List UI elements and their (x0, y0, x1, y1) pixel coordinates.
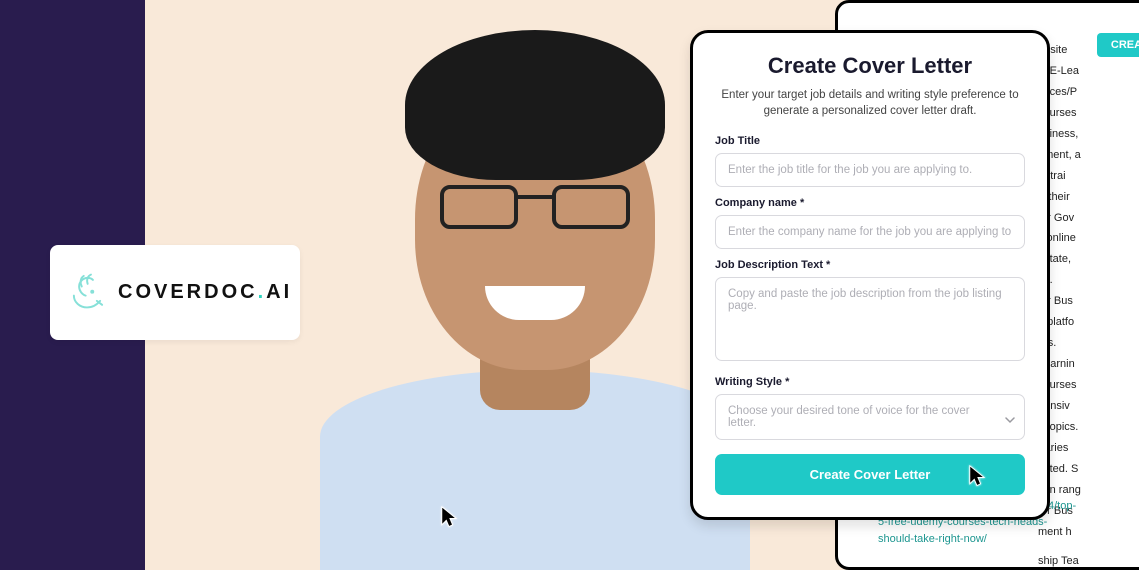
brand-sep: . (258, 281, 267, 303)
research-text-fragment: rvices/P (1038, 85, 1132, 101)
create-tag-button[interactable]: CREAT (1097, 33, 1139, 57)
research-text-fragment: ers. (1038, 336, 1132, 352)
create-cover-letter-button[interactable]: Create Cover Letter (715, 454, 1025, 495)
research-text-fragment: Varies (1038, 441, 1132, 457)
create-cover-letter-form: Create Cover Letter Enter your target jo… (690, 30, 1050, 520)
research-text-fragment: courses (1038, 378, 1132, 394)
job-description-label: Job Description Text * (715, 259, 1025, 271)
job-description-textarea[interactable] (715, 277, 1025, 361)
rabbit-icon (66, 272, 108, 314)
writing-style-label: Writing Style * (715, 376, 1025, 388)
research-text-fragment: hensiv (1038, 399, 1132, 415)
research-text-fragment: Learnin (1038, 357, 1132, 373)
research-text-fragment: for Gov (1038, 211, 1132, 227)
job-title-input[interactable] (715, 153, 1025, 187)
research-text-fragment: courses (1038, 106, 1132, 122)
research-text-fragment: pment, a (1038, 148, 1132, 164)
company-name-input[interactable] (715, 215, 1025, 249)
research-text-fragment: y: E-Lea (1038, 64, 1132, 80)
research-text-fragment: es. (1038, 273, 1132, 289)
research-text-fragment: ship Tea (1038, 554, 1132, 570)
brand-word-a: COVERDOC (118, 281, 258, 303)
research-text-fragment: usiness, (1038, 127, 1132, 143)
brand-logo-card: COVERDOC.AI (50, 245, 300, 340)
brand-name: COVERDOC.AI (118, 281, 292, 304)
company-name-label: Company name * (715, 197, 1025, 209)
research-text-fragment: ill their (1038, 190, 1132, 206)
writing-style-select[interactable]: Choose your desired tone of voice for th… (715, 394, 1025, 440)
research-text-fragment: te trai (1038, 169, 1132, 185)
brand-word-b: AI (266, 281, 292, 303)
research-text-fragment: c topics. (1038, 420, 1132, 436)
research-text-fragment: for Bus (1038, 294, 1132, 310)
research-text-fragment: g platfo (1038, 315, 1132, 331)
research-text-fragment: ected. S (1038, 462, 1132, 478)
founder-photo (320, 10, 750, 570)
form-title: Create Cover Letter (715, 53, 1025, 79)
research-text-fragment: , state, (1038, 252, 1132, 268)
research-text-fragment: s online (1038, 231, 1132, 247)
form-subtitle: Enter your target job details and writin… (715, 87, 1025, 119)
job-title-label: Job Title (715, 135, 1025, 147)
